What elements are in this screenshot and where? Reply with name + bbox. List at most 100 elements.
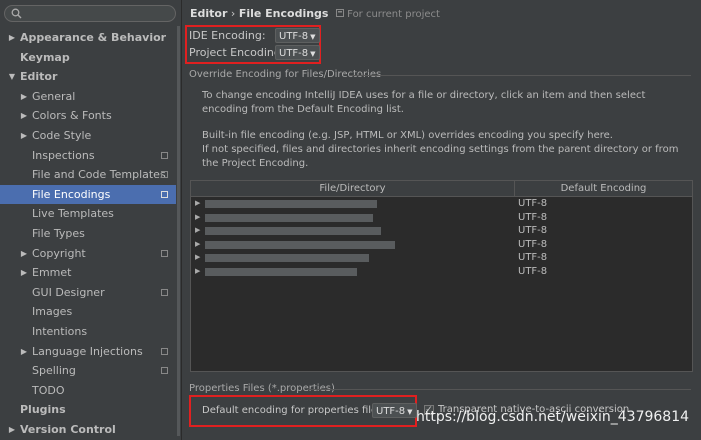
sidebar-item-code-style[interactable]: ▶ Code Style	[0, 126, 176, 146]
project-scope-icon	[161, 288, 168, 296]
settings-sidebar: ▶ Appearance & Behavior Keymap ▼ Editor ▶ Gene…	[0, 0, 182, 440]
sidebar-item-images[interactable]: Images	[0, 302, 176, 322]
project-scope-text: For current project	[347, 9, 440, 20]
collapsed-arrow-icon[interactable]: ▶	[195, 251, 200, 265]
blurred-path	[205, 200, 377, 208]
breadcrumb-parent: Editor	[190, 7, 228, 20]
sidebar-item-label: Intentions	[32, 324, 88, 338]
project-scope-icon	[335, 9, 344, 17]
file-encodings-panel: Editor › File Encodings For current proj…	[182, 0, 701, 440]
column-header-file[interactable]: File/Directory	[191, 181, 514, 196]
sidebar-item-label: GUI Designer	[32, 285, 105, 299]
sidebar-item-emmet[interactable]: ▶ Emmet	[0, 263, 176, 283]
collapsed-arrow-icon[interactable]: ▶	[20, 244, 28, 264]
blurred-path	[205, 268, 357, 276]
sidebar-item-general[interactable]: ▶ General	[0, 87, 176, 107]
chevron-down-icon: ▼	[310, 33, 316, 41]
table-row[interactable]: ▶ UTF-8	[191, 251, 692, 265]
sidebar-item-keymap[interactable]: Keymap	[0, 48, 176, 68]
properties-encoding-value: UTF-8	[376, 406, 406, 417]
project-scope-note: For current project	[335, 9, 440, 20]
chevron-down-icon: ▼	[310, 50, 316, 58]
properties-encoding-combo[interactable]: UTF-8 ▼	[372, 403, 417, 418]
row-encoding-value[interactable]: UTF-8	[518, 197, 547, 211]
project-encoding-combo[interactable]: UTF-8 ▼	[275, 45, 320, 60]
sidebar-scrollbar[interactable]	[177, 26, 180, 436]
ide-encoding-label: IDE Encoding:	[189, 29, 266, 42]
sidebar-item-plugins[interactable]: Plugins	[0, 400, 176, 420]
breadcrumb-current: File Encodings	[238, 7, 329, 20]
column-header-encoding[interactable]: Default Encoding	[515, 181, 692, 196]
properties-section-divider	[307, 389, 691, 390]
collapsed-arrow-icon[interactable]: ▶	[20, 87, 28, 107]
sidebar-item-label: Appearance & Behavior	[20, 31, 167, 44]
sidebar-item-appearance-behavior[interactable]: ▶ Appearance & Behavior	[0, 28, 176, 48]
table-row[interactable]: ▶ UTF-8	[191, 211, 692, 225]
row-encoding-value[interactable]: UTF-8	[518, 211, 547, 225]
sidebar-item-label: Live Templates	[32, 207, 114, 221]
row-encoding-value[interactable]: UTF-8	[518, 238, 547, 252]
sidebar-item-gui-designer[interactable]: GUI Designer	[0, 283, 176, 303]
sidebar-item-label: Emmet	[32, 266, 72, 280]
sidebar-item-label: File and Code Templates	[32, 168, 166, 182]
blurred-path	[205, 213, 373, 222]
row-encoding-value[interactable]: UTF-8	[518, 251, 547, 265]
project-scope-icon	[161, 190, 168, 198]
collapsed-arrow-icon[interactable]: ▶	[8, 28, 16, 48]
sidebar-item-live-templates[interactable]: Live Templates	[0, 204, 176, 224]
collapsed-arrow-icon[interactable]: ▶	[195, 197, 200, 211]
table-row[interactable]: ▶ UTF-8	[191, 224, 692, 238]
collapsed-arrow-icon[interactable]: ▶	[20, 106, 28, 126]
sidebar-item-todo[interactable]: TODO	[0, 381, 176, 401]
table-row[interactable]: ▶ UTF-8	[191, 265, 692, 279]
collapsed-arrow-icon[interactable]: ▶	[8, 420, 16, 440]
sidebar-item-file-and-code-templates[interactable]: File and Code Templates	[0, 165, 176, 185]
collapsed-arrow-icon[interactable]: ▶	[195, 224, 200, 238]
search-icon	[11, 8, 22, 19]
encoding-override-table[interactable]: File/Directory Default Encoding ▶ UTF-8 ▶ U…	[190, 180, 693, 372]
sidebar-item-language-injections[interactable]: ▶ Language Injections	[0, 342, 176, 362]
override-section-divider	[350, 75, 691, 76]
collapsed-arrow-icon[interactable]: ▶	[20, 342, 28, 362]
sidebar-item-label: File Types	[32, 226, 85, 240]
sidebar-item-spelling[interactable]: Spelling	[0, 361, 176, 381]
sidebar-item-label: Plugins	[20, 403, 66, 417]
sidebar-item-label: Code Style	[32, 128, 92, 142]
sidebar-item-version-control[interactable]: ▶ Version Control	[0, 420, 176, 440]
sidebar-item-editor[interactable]: ▼ Editor	[0, 67, 176, 87]
row-encoding-value[interactable]: UTF-8	[518, 265, 547, 279]
settings-tree: ▶ Appearance & Behavior Keymap ▼ Editor ▶ Gene…	[0, 28, 176, 439]
table-row[interactable]: ▶ UTF-8	[191, 197, 692, 211]
settings-search-input[interactable]	[4, 5, 176, 22]
sidebar-item-copyright[interactable]: ▶ Copyright	[0, 244, 176, 264]
chevron-down-icon: ▼	[407, 408, 413, 416]
blurred-path	[205, 227, 381, 236]
sidebar-item-inspections[interactable]: Inspections	[0, 146, 176, 166]
ide-encoding-value: UTF-8	[279, 31, 309, 42]
project-scope-icon	[161, 249, 168, 257]
table-header: File/Directory Default Encoding	[191, 181, 692, 197]
project-scope-icon	[161, 151, 168, 159]
sidebar-item-label: TODO	[32, 383, 65, 397]
expanded-arrow-icon[interactable]: ▼	[8, 67, 16, 87]
sidebar-item-label: Copyright	[32, 246, 86, 260]
override-description-1: To change encoding IntelliJ IDEA uses fo…	[202, 90, 646, 115]
sidebar-item-file-encodings[interactable]: File Encodings	[0, 184, 176, 205]
project-scope-icon	[161, 347, 168, 355]
sidebar-item-file-types[interactable]: File Types	[0, 224, 176, 244]
sidebar-item-label: Spelling	[32, 364, 76, 378]
ide-encoding-combo[interactable]: UTF-8 ▼	[275, 28, 320, 43]
sidebar-item-label: Colors & Fonts	[32, 109, 112, 123]
sidebar-item-intentions[interactable]: Intentions	[0, 322, 176, 342]
collapsed-arrow-icon[interactable]: ▶	[20, 263, 28, 283]
sidebar-item-label: Keymap	[20, 50, 70, 64]
collapsed-arrow-icon[interactable]: ▶	[195, 211, 200, 225]
collapsed-arrow-icon[interactable]: ▶	[195, 238, 200, 252]
collapsed-arrow-icon[interactable]: ▶	[20, 126, 28, 146]
sidebar-item-colors-fonts[interactable]: ▶ Colors & Fonts	[0, 106, 176, 126]
collapsed-arrow-icon[interactable]: ▶	[195, 265, 200, 279]
row-encoding-value[interactable]: UTF-8	[518, 224, 547, 238]
project-encoding-label: Project Encoding:	[189, 46, 285, 59]
table-row[interactable]: ▶ UTF-8	[191, 238, 692, 252]
override-description-2: Built-in file encoding (e.g. JSP, HTML o…	[202, 130, 613, 141]
